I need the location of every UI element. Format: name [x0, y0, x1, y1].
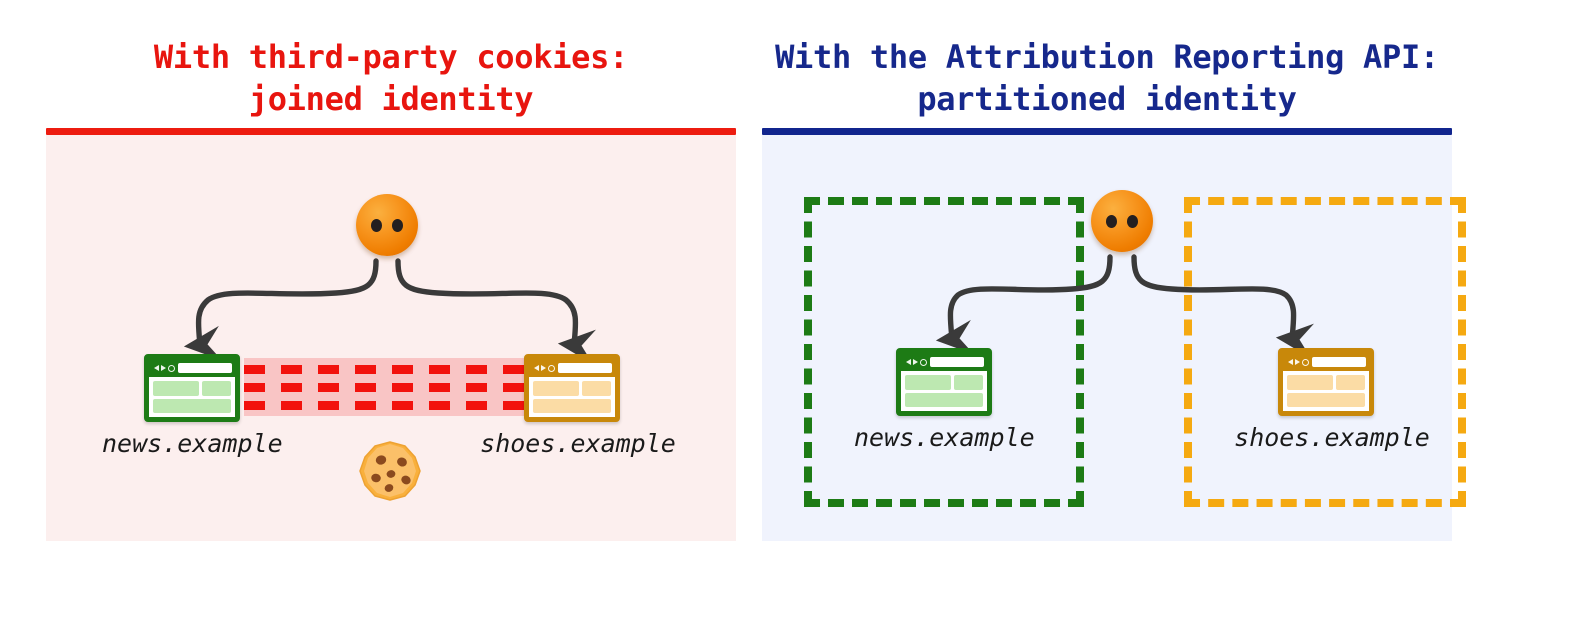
window-content	[901, 371, 987, 411]
reload-circle-icon	[168, 364, 175, 372]
forward-arrow-icon	[1295, 359, 1300, 365]
window-content-block	[905, 392, 983, 407]
back-arrow-icon	[906, 359, 911, 365]
window-titlebar	[149, 359, 235, 377]
panel-third-party-cookies: With third-party cookies: joined identit…	[46, 36, 736, 541]
panel-title-third-party-cookies: With third-party cookies: joined identit…	[153, 38, 629, 119]
browser-window-news-example[interactable]	[144, 354, 240, 422]
panel-body-right: news.example shoes.example	[762, 135, 1466, 541]
window-content-block	[533, 381, 579, 396]
window-nav-controls	[532, 364, 555, 372]
back-arrow-icon	[1288, 359, 1293, 365]
panel-title-attribution-reporting-api: With the Attribution Reporting API: part…	[775, 38, 1439, 119]
browser-window-news-example[interactable]	[896, 348, 992, 416]
cookie-icon	[359, 441, 421, 501]
window-nav-controls	[904, 358, 927, 366]
band-dash-row	[244, 401, 536, 410]
site-label-shoes-example: shoes.example	[480, 429, 676, 458]
window-url-bar	[178, 363, 232, 373]
window-titlebar	[529, 359, 615, 377]
window-content-block	[953, 375, 983, 390]
browser-window-shoes-example[interactable]	[1278, 348, 1374, 416]
panel-body-left: news.example shoes.example	[46, 135, 736, 541]
window-content-row	[905, 392, 983, 407]
window-content-row	[153, 381, 231, 396]
window-content-row	[533, 381, 611, 396]
forward-arrow-icon	[541, 365, 546, 371]
window-content-block	[581, 381, 611, 396]
reload-circle-icon	[1302, 358, 1309, 366]
band-dash-row	[244, 365, 536, 374]
site-label-news-example: news.example	[102, 429, 283, 458]
face-eye-left	[371, 219, 382, 232]
diagram-canvas: With third-party cookies: joined identit…	[0, 0, 1592, 624]
forward-arrow-icon	[161, 365, 166, 371]
browser-window-shoes-example[interactable]	[524, 354, 620, 422]
window-content-block	[153, 381, 199, 396]
window-nav-controls	[1286, 358, 1309, 366]
window-url-bar	[558, 363, 612, 373]
face-eye-right	[1127, 215, 1138, 228]
window-content-block	[1287, 375, 1333, 390]
reload-circle-icon	[920, 358, 927, 366]
user-face-icon	[1091, 190, 1153, 252]
window-content	[1283, 371, 1369, 411]
window-content-row	[905, 375, 983, 390]
window-content-block	[1287, 392, 1365, 407]
window-content	[529, 377, 615, 417]
window-content-block	[201, 381, 231, 396]
window-content-block	[533, 398, 611, 413]
window-content-block	[153, 398, 231, 413]
panel-accent-rule-left	[46, 128, 736, 135]
window-titlebar	[901, 353, 987, 371]
window-url-bar	[930, 357, 984, 367]
panel-attribution-reporting-api: With the Attribution Reporting API: part…	[762, 36, 1466, 541]
forward-arrow-icon	[913, 359, 918, 365]
window-content-row	[1287, 392, 1365, 407]
site-label-news-example: news.example	[854, 423, 1035, 452]
panel-accent-rule-right	[762, 128, 1452, 135]
window-titlebar	[1283, 353, 1369, 371]
site-label-shoes-example: shoes.example	[1234, 423, 1430, 452]
face-eye-left	[1106, 215, 1117, 228]
window-url-bar	[1312, 357, 1366, 367]
window-nav-controls	[152, 364, 175, 372]
window-content	[149, 377, 235, 417]
window-content-block	[1335, 375, 1365, 390]
user-face-icon	[356, 194, 418, 256]
back-arrow-icon	[534, 365, 539, 371]
window-content-row	[1287, 375, 1365, 390]
band-dash-row	[244, 383, 536, 392]
back-arrow-icon	[154, 365, 159, 371]
window-content-row	[533, 398, 611, 413]
joined-identity-band	[244, 358, 536, 416]
window-content-row	[153, 398, 231, 413]
face-eye-right	[392, 219, 403, 232]
reload-circle-icon	[548, 364, 555, 372]
window-content-block	[905, 375, 951, 390]
